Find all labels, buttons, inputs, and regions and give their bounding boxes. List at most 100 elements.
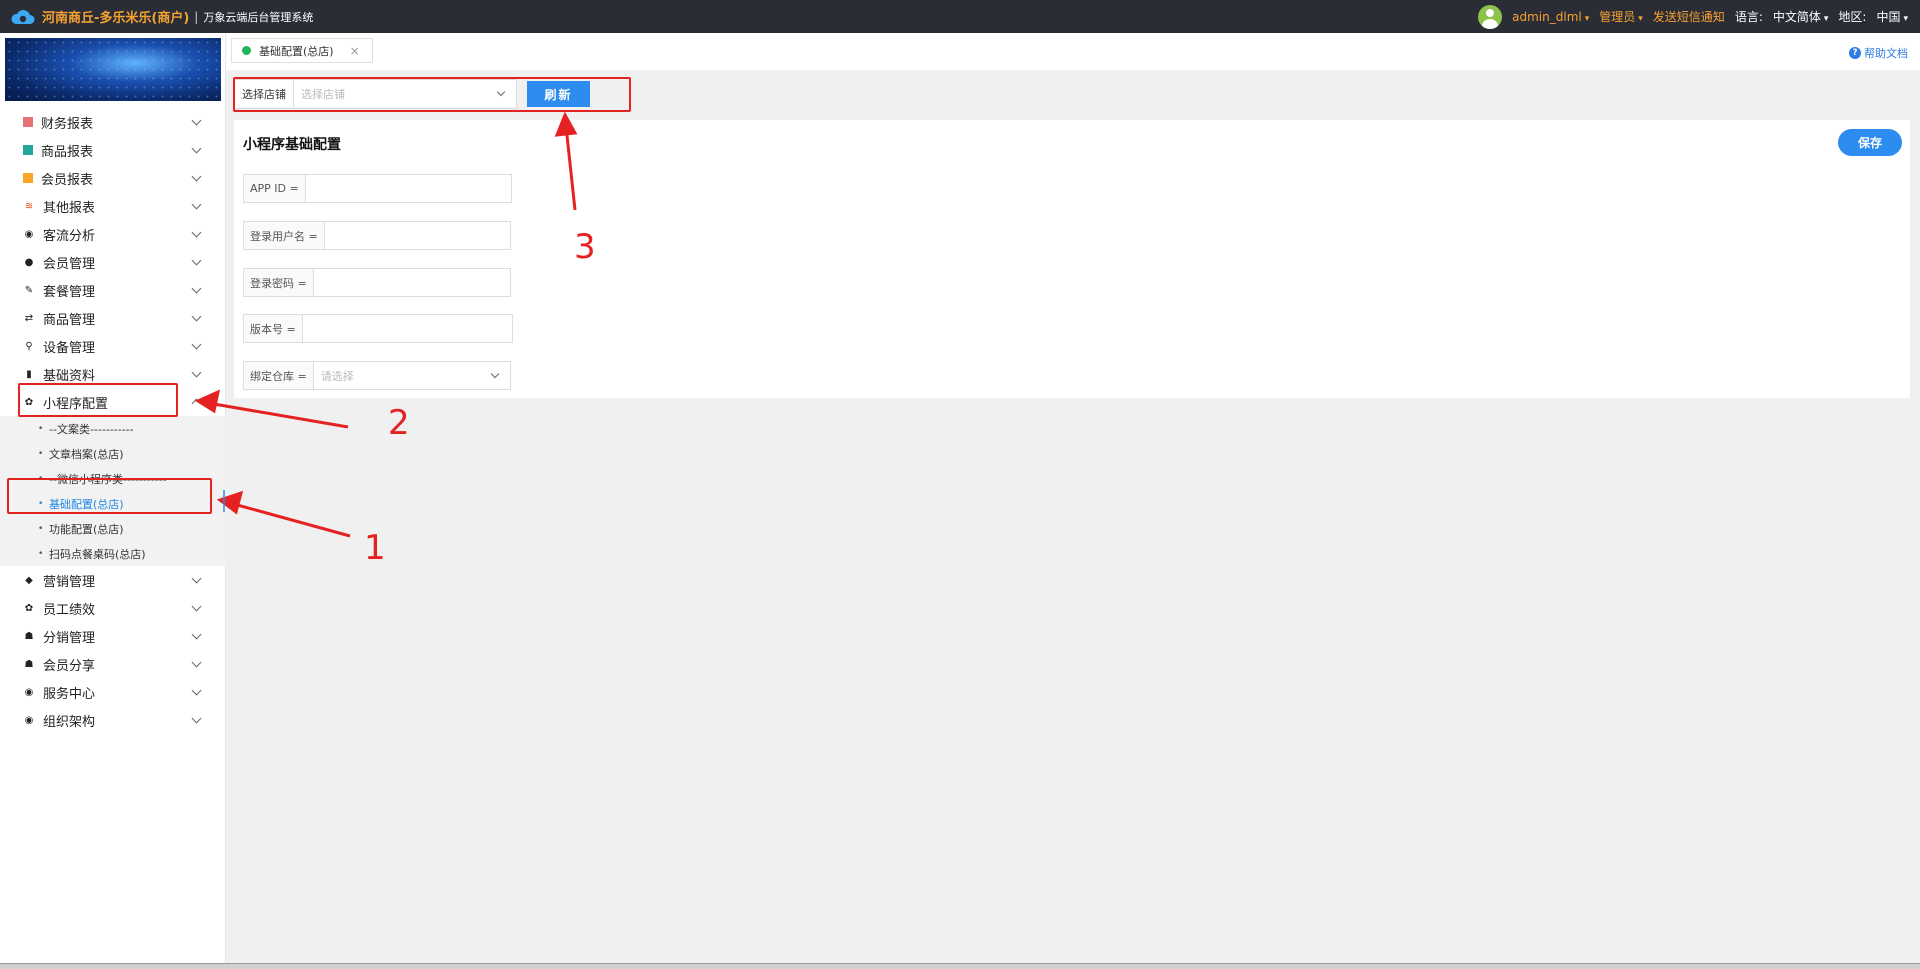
user-menu[interactable]: admin_dlml ▾ bbox=[1512, 10, 1589, 24]
role-label: 管理员 bbox=[1599, 10, 1636, 24]
field-label: APP ID = bbox=[243, 174, 305, 203]
sidebar-item-label: 其他报表 bbox=[43, 200, 96, 216]
sidebar-item-org-structure[interactable]: ◉ 组织架构 bbox=[0, 706, 226, 734]
close-icon[interactable]: × bbox=[350, 44, 360, 58]
chevron-down-icon bbox=[191, 685, 202, 696]
chevron-down-icon bbox=[191, 227, 202, 238]
chevron-down-icon bbox=[191, 115, 202, 126]
form-row-password: 登录密码 = bbox=[243, 268, 511, 297]
language-select[interactable]: 中文简体 ▾ bbox=[1773, 8, 1829, 25]
active-dot-icon bbox=[242, 46, 251, 55]
sidebar-item-label: 会员报表 bbox=[41, 172, 94, 188]
sidebar-banner-image bbox=[5, 38, 221, 101]
goods-report-icon bbox=[23, 145, 33, 155]
sidebar-item-label: 套餐管理 bbox=[43, 284, 96, 300]
annotation-number-2: 2 bbox=[388, 403, 410, 443]
chevron-up-icon bbox=[191, 398, 202, 409]
save-button[interactable]: 保存 bbox=[1838, 129, 1902, 156]
brand-title: 河南商丘-多乐米乐(商户) bbox=[42, 11, 190, 26]
warehouse-select[interactable]: 请选择 bbox=[312, 361, 511, 390]
sidebar-item-goods-manage[interactable]: ⇄ 商品管理 bbox=[0, 304, 226, 332]
taskbar-strip bbox=[0, 963, 1920, 969]
sidebar-item-member-report[interactable]: 会员报表 bbox=[0, 164, 226, 192]
sidebar-item-label: 客流分析 bbox=[43, 228, 96, 244]
chevron-down-icon bbox=[191, 199, 202, 210]
package-manage-icon: ✎ bbox=[24, 284, 34, 296]
sidebar-item-member-share[interactable]: ☗ 会员分享 bbox=[0, 650, 226, 678]
target-icon: ◉ bbox=[24, 714, 34, 726]
sidebar-item-device-manage[interactable]: ⚲ 设备管理 bbox=[0, 332, 226, 360]
region-label: 地区: bbox=[1838, 10, 1867, 24]
help-link[interactable]: ? 帮助文档 bbox=[1849, 45, 1908, 61]
form-row-version: 版本号 = bbox=[243, 314, 513, 343]
top-bar: 河南商丘-多乐米乐(商户) | 万象云端后台管理系统 admin_dlml ▾ 管… bbox=[0, 0, 1920, 33]
submenu-item-function-config[interactable]: 功能配置(总店) bbox=[0, 516, 226, 541]
brand-separator: | bbox=[194, 9, 199, 24]
tab-basic-config[interactable]: 基础配置(总店) × bbox=[231, 38, 373, 63]
sidebar-item-package-manage[interactable]: ✎ 套餐管理 bbox=[0, 276, 226, 304]
sidebar-item-label: 会员管理 bbox=[43, 256, 96, 272]
sidebar-item-finance-report[interactable]: 财务报表 bbox=[0, 108, 226, 136]
field-label: 登录用户名 = bbox=[243, 221, 324, 250]
sms-notice-link[interactable]: 发送短信通知 bbox=[1653, 8, 1725, 25]
region-select[interactable]: 中国 ▾ bbox=[1876, 8, 1908, 25]
username: admin_dlml bbox=[1512, 9, 1582, 24]
sidebar-item-member-manage[interactable]: ● 会员管理 bbox=[0, 248, 226, 276]
tag-icon: ◆ bbox=[25, 574, 33, 586]
submenu-item-article-archive[interactable]: 文章档案(总店) bbox=[0, 441, 226, 466]
chevron-down-icon bbox=[191, 171, 202, 182]
sidebar-item-staff-performance[interactable]: ✿ 员工绩效 bbox=[0, 594, 226, 622]
form-row-username: 登录用户名 = bbox=[243, 221, 511, 250]
panel-title: 小程序基础配置 bbox=[243, 137, 341, 153]
sidebar-item-distribution-manage[interactable]: ☗ 分销管理 bbox=[0, 622, 226, 650]
app-id-input[interactable] bbox=[304, 174, 512, 203]
users-icon: ☗ bbox=[24, 630, 34, 642]
target-icon: ◉ bbox=[24, 686, 34, 698]
chevron-down-icon bbox=[191, 311, 202, 322]
other-report-icon: ≋ bbox=[24, 200, 34, 212]
chevron-down-icon: ▾ bbox=[1584, 13, 1590, 24]
sidebar-item-marketing-manage[interactable]: ◆ 营销管理 bbox=[0, 566, 226, 594]
chevron-down-icon: ▾ bbox=[1823, 14, 1829, 24]
annotation-box-miniprogram-config bbox=[18, 383, 178, 417]
sidebar-item-label: 营销管理 bbox=[43, 574, 96, 590]
submenu-item-scan-order-table-code[interactable]: 扫码点餐桌码(总店) bbox=[0, 541, 226, 566]
sidebar-item-goods-report[interactable]: 商品报表 bbox=[0, 136, 226, 164]
sidebar-item-label: 商品管理 bbox=[43, 312, 96, 328]
language-value: 中文简体 bbox=[1772, 10, 1821, 24]
sidebar-item-other-report[interactable]: ≋ 其他报表 bbox=[0, 192, 226, 220]
version-input[interactable] bbox=[301, 314, 513, 343]
cloud-logo-icon bbox=[10, 6, 36, 28]
chevron-down-icon bbox=[490, 369, 499, 379]
sidebar-item-label: 分销管理 bbox=[43, 630, 96, 646]
login-username-input[interactable] bbox=[323, 221, 511, 250]
login-password-input[interactable] bbox=[312, 268, 511, 297]
field-label: 登录密码 = bbox=[243, 268, 313, 297]
tab-bar: 基础配置(总店) × ? 帮助文档 bbox=[226, 33, 1920, 70]
annotation-box-store-bar bbox=[233, 77, 631, 112]
annotation-box-basic-config bbox=[7, 478, 212, 514]
form-row-app-id: APP ID = bbox=[243, 174, 512, 203]
field-label: 版本号 = bbox=[243, 314, 302, 343]
submenu-group-copywriting: --文案类----------- bbox=[0, 416, 226, 441]
sidebar-item-label: 基础资料 bbox=[43, 368, 96, 384]
sidebar-item-label: 财务报表 bbox=[41, 116, 94, 132]
chevron-down-icon bbox=[191, 713, 202, 724]
config-panel: 小程序基础配置 保存 APP ID = 登录用户名 = 登录密码 = 版本号 =… bbox=[234, 120, 1910, 398]
region-value: 中国 bbox=[1876, 10, 1901, 24]
chevron-down-icon bbox=[191, 657, 202, 668]
submenu-label: 文章档案(总店) bbox=[49, 447, 124, 461]
avatar[interactable] bbox=[1478, 4, 1503, 29]
sidebar-item-label: 组织架构 bbox=[43, 714, 96, 730]
sidebar-item-label: 设备管理 bbox=[43, 340, 96, 356]
role-menu[interactable]: 管理员 ▾ bbox=[1599, 8, 1643, 25]
chevron-down-icon bbox=[191, 367, 202, 378]
form-row-warehouse: 绑定仓库 = 请选择 bbox=[243, 361, 511, 390]
sidebar-item-traffic-analysis[interactable]: ◉ 客流分析 bbox=[0, 220, 226, 248]
field-label: 绑定仓库 = bbox=[243, 361, 313, 390]
language-label: 语言: bbox=[1734, 10, 1763, 24]
chevron-down-icon bbox=[191, 339, 202, 350]
users-icon: ☗ bbox=[24, 658, 34, 670]
sidebar-item-service-center[interactable]: ◉ 服务中心 bbox=[0, 678, 226, 706]
chevron-down-icon bbox=[191, 143, 202, 154]
